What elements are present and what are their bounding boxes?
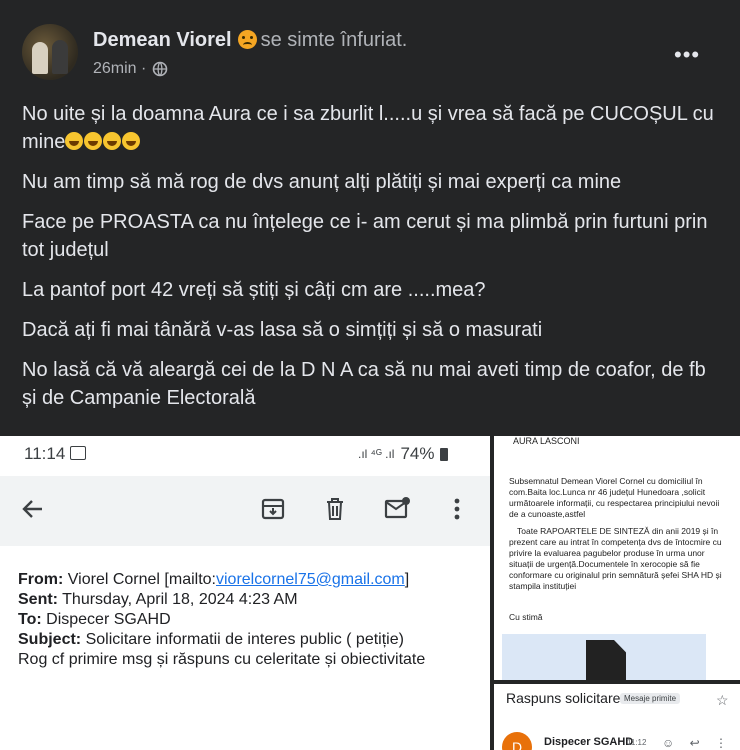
star-icon[interactable]: ☆ <box>716 692 729 709</box>
email-to-row: To: Dispecer SGAHD <box>18 611 171 628</box>
battery-percent: 74% <box>400 444 435 463</box>
feeling-text: se simte înfuriat. <box>260 29 408 51</box>
document-closing: Cu stimă <box>509 612 543 622</box>
phone-status-time: 11:14 <box>24 444 87 464</box>
trash-icon[interactable] <box>322 496 348 522</box>
inbox-label: Mesaje primite <box>620 693 681 704</box>
post-time[interactable]: 26min · <box>93 60 146 78</box>
email-toolbar <box>0 476 490 546</box>
mark-unread-icon[interactable] <box>384 496 410 522</box>
laughing-emoji-icon <box>103 132 122 150</box>
phone-status-right: .ıl ⁴ᴳ .ıl 74% <box>358 444 449 464</box>
more-options-icon[interactable]: ••• <box>674 42 700 68</box>
email-sent-row: Sent: Thursday, April 18, 2024 4:23 AM <box>18 591 298 608</box>
gmail-notification-icon <box>70 446 87 460</box>
reply-email-image[interactable]: Raspuns solicitare Mesaje primite ☆ D Di… <box>494 684 740 750</box>
attachment-preview[interactable] <box>502 634 706 680</box>
author-name[interactable]: Demean Viorel <box>93 29 232 51</box>
globe-icon <box>153 61 168 77</box>
reply-time: 11:12 <box>627 738 647 747</box>
reply-sender: Dispecer SGAHD <box>544 736 634 748</box>
avatar-figure <box>52 40 68 74</box>
laughing-emoji-icon <box>65 132 84 150</box>
document-recipient: AURA LASCONI <box>513 436 580 446</box>
post-paragraph: No uite și la doamna Aura ce i sa zburli… <box>22 103 714 153</box>
file-icon <box>586 640 626 680</box>
email-address-link[interactable]: viorelcornel75@gmail.com <box>216 571 405 588</box>
laughing-emoji-icon <box>84 132 103 150</box>
document-text: Subsemnatul Demean Viorel Cornel cu domi… <box>509 476 729 598</box>
laughing-emoji-icon <box>122 132 141 150</box>
battery-icon <box>440 447 449 461</box>
post-paragraph: La pantof port 42 vreți să știți și câți… <box>22 279 486 301</box>
post-body: No uite și la doamna Aura ce i sa zburli… <box>22 100 722 424</box>
reply-subject: Raspuns solicitare <box>506 690 621 706</box>
post-meta: 26min · <box>93 60 168 78</box>
document-paragraph: Subsemnatul Demean Viorel Cornel cu domi… <box>509 476 720 519</box>
facebook-post-card: Demean Viorel se simte înfuriat. 26min · … <box>0 0 740 750</box>
author-avatar[interactable] <box>22 24 78 80</box>
archive-icon[interactable] <box>260 496 286 522</box>
reply-actions-icon[interactable]: ☺ ↩ ⋮ <box>662 736 733 750</box>
avatar-figure <box>32 42 48 74</box>
post-header: Demean Viorel se simte înfuriat. <box>93 29 407 52</box>
email-subject-row: Subject: Solicitare informatii de intere… <box>18 631 404 648</box>
email-screenshot-image[interactable]: 11:14 .ıl ⁴ᴳ .ıl 74% From: Viorel Cornel… <box>0 436 490 750</box>
overflow-menu-icon[interactable] <box>444 496 470 522</box>
sender-avatar: D <box>502 732 532 750</box>
email-body: Rog cf primire msg și răspuns cu celerit… <box>18 651 426 668</box>
email-from-row: From: Viorel Cornel [mailto:viorelcornel… <box>18 571 410 588</box>
document-paragraph: Toate RAPOARTELE DE SINTEZĂ din anii 201… <box>509 526 722 591</box>
post-paragraph: No lasă că vă aleargă cei de la D N A ca… <box>22 359 706 409</box>
post-paragraph: Face pe PROASTA ca nu înțelege ce i- am … <box>22 211 708 261</box>
petition-document-image[interactable]: AURA LASCONI Subsemnatul Demean Viorel C… <box>494 436 740 680</box>
angry-emoji-icon <box>237 30 257 49</box>
post-paragraph: Dacă ați fi mai tânără v-as lasa să o si… <box>22 319 543 341</box>
email-header-block: From: Viorel Cornel [mailto:viorelcornel… <box>18 570 478 670</box>
signal-icon: .ıl ⁴ᴳ .ıl <box>358 447 395 461</box>
post-paragraph: Nu am timp să mă rog de dvs anunț alți p… <box>22 171 622 193</box>
back-arrow-icon[interactable] <box>20 496 46 522</box>
